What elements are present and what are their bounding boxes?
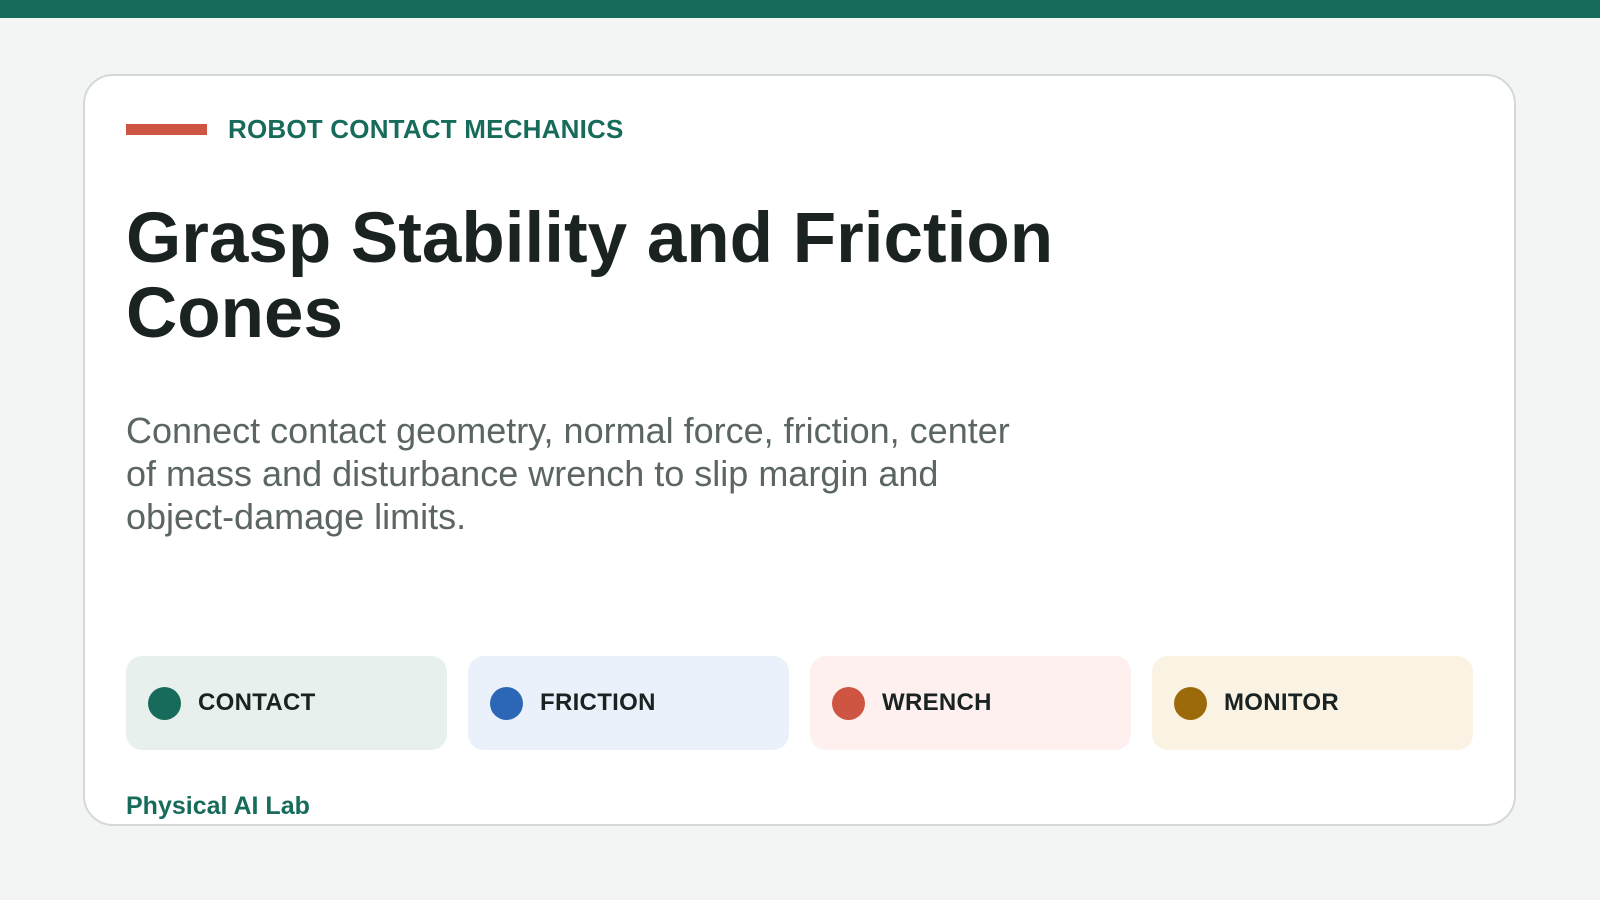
chip-label: FRICTION: [540, 689, 656, 716]
dot-icon: [148, 686, 181, 720]
chip-label: MONITOR: [1224, 689, 1339, 716]
eyebrow: ROBOT CONTACT MECHANICS: [126, 114, 624, 145]
page-subtitle: Connect contact geometry, normal force, …: [126, 410, 1010, 537]
dot-icon: [832, 686, 865, 720]
lab-name: Physical AI Lab: [126, 792, 310, 820]
chip-wrench: WRENCH: [810, 656, 1131, 750]
chip-contact: CONTACT: [126, 656, 447, 750]
dot-icon: [490, 686, 523, 720]
slide-card: ROBOT CONTACT MECHANICS Grasp Stability …: [83, 74, 1516, 826]
chip-label: WRENCH: [882, 689, 992, 716]
eyebrow-label: ROBOT CONTACT MECHANICS: [228, 114, 624, 144]
chip-monitor: MONITOR: [1152, 656, 1473, 750]
dot-icon: [1174, 686, 1207, 720]
topic-chips: CONTACT FRICTION WRENCH MONITOR: [126, 656, 1473, 750]
chip-label: CONTACT: [198, 689, 316, 716]
page-title: Grasp Stability and Friction Cones: [126, 199, 1054, 353]
chip-friction: FRICTION: [468, 656, 789, 750]
eyebrow-accent-bar: [126, 124, 207, 135]
top-accent-bar: [0, 0, 1600, 18]
